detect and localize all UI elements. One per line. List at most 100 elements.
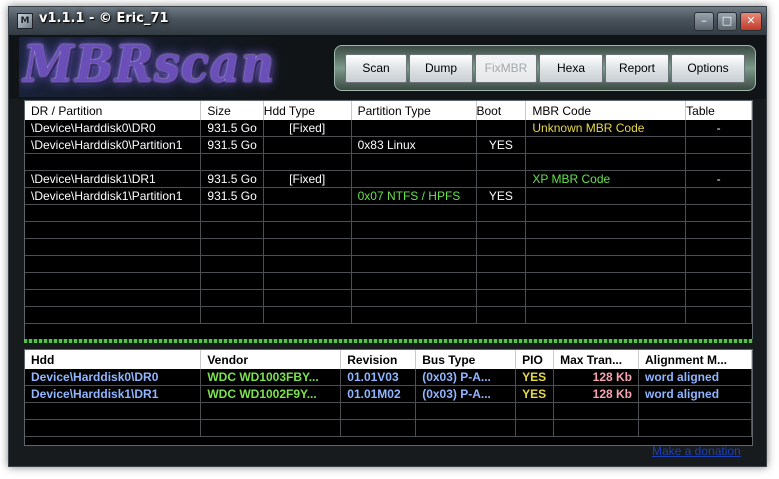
cell-empty xyxy=(476,204,527,222)
scan-button[interactable]: Scan xyxy=(345,54,407,83)
cell-hdd-type xyxy=(263,136,352,154)
cell-empty xyxy=(25,306,202,324)
title-bar[interactable]: M v1.1.1 - © Eric_71 – □ ✕ xyxy=(9,7,766,35)
table-row[interactable]: \Device\Harddisk0\Partition1 931.5 Go 0x… xyxy=(25,136,752,154)
column-header-vendor[interactable]: Vendor xyxy=(200,350,342,369)
cell-empty xyxy=(685,289,752,307)
cell-empty xyxy=(525,204,687,222)
cell-empty xyxy=(200,221,264,239)
cell-empty xyxy=(415,419,517,437)
cell-vendor: WDC WD1003FBY... xyxy=(200,369,342,386)
table-row[interactable] xyxy=(25,289,752,307)
column-header-size[interactable]: Size xyxy=(200,101,264,120)
table-row[interactable] xyxy=(25,221,752,239)
cell-empty xyxy=(200,255,264,273)
cell-dr-partition: \Device\Harddisk1\Partition1 xyxy=(25,187,202,205)
cell-empty xyxy=(685,306,752,324)
options-button[interactable]: Options xyxy=(671,54,745,83)
table-row[interactable] xyxy=(25,204,752,222)
cell-partition-type: 0x07 NTFS / HPFS xyxy=(351,187,477,205)
column-header-table[interactable]: Table xyxy=(685,101,752,120)
fixmbr-button[interactable]: FixMBR xyxy=(475,54,537,83)
cell-empty xyxy=(415,402,517,420)
hexa-button[interactable]: Hexa xyxy=(539,54,603,83)
close-button[interactable]: ✕ xyxy=(740,12,762,31)
partition-header-row: DR / Partition Size Hdd Type Partition T… xyxy=(25,101,752,120)
column-header-max-transfer[interactable]: Max Tran... xyxy=(553,350,640,369)
report-button[interactable]: Report xyxy=(605,54,669,83)
cell-size: 931.5 Go xyxy=(200,170,264,188)
table-row[interactable]: \Device\Harddisk0\DR0 931.5 Go [Fixed] U… xyxy=(25,120,752,137)
cell-bus-type: (0x03) P-A... xyxy=(415,385,517,403)
table-row[interactable] xyxy=(25,153,752,171)
cell-empty xyxy=(340,419,417,437)
table-row[interactable]: Device\Harddisk1\DR1 WDC WD1002F9Y... 01… xyxy=(25,385,752,403)
cell-empty xyxy=(525,289,687,307)
cell-empty xyxy=(200,272,264,290)
cell-table xyxy=(685,187,752,205)
cell-hdd-type: [Fixed] xyxy=(263,170,352,188)
cell-mbr-code: XP MBR Code xyxy=(525,170,687,188)
table-row[interactable] xyxy=(25,306,752,324)
column-header-pio[interactable]: PIO xyxy=(515,350,555,369)
cell-size: 931.5 Go xyxy=(200,120,264,137)
table-row[interactable] xyxy=(25,402,752,420)
splitter-bar[interactable] xyxy=(24,339,753,343)
table-row[interactable] xyxy=(25,419,752,437)
cell-empty xyxy=(685,272,752,290)
cell-boot xyxy=(476,120,527,137)
cell-table xyxy=(685,136,752,154)
cell-dr-partition: \Device\Harddisk1\DR1 xyxy=(25,170,202,188)
cell-empty xyxy=(515,419,555,437)
cell-empty xyxy=(351,272,477,290)
cell-empty xyxy=(515,402,555,420)
column-header-hdd-type[interactable]: Hdd Type xyxy=(263,101,352,120)
cell-dr-partition: \Device\Harddisk0\Partition1 xyxy=(25,136,202,154)
cell-max-transfer: 128 Kb xyxy=(553,385,640,403)
table-row[interactable]: \Device\Harddisk1\Partition1 931.5 Go 0x… xyxy=(25,187,752,205)
donate-link[interactable]: Make a donation xyxy=(652,444,741,458)
cell-empty xyxy=(351,255,477,273)
cell-mbr-code xyxy=(525,187,687,205)
cell-boot: YES xyxy=(476,187,527,205)
column-header-bus-type[interactable]: Bus Type xyxy=(415,350,517,369)
cell-empty xyxy=(525,238,687,256)
cell-boot: YES xyxy=(476,136,527,154)
column-header-hdd[interactable]: Hdd xyxy=(25,350,202,369)
table-row[interactable] xyxy=(25,255,752,273)
cell-empty xyxy=(25,402,202,420)
app-window: M v1.1.1 - © Eric_71 – □ ✕ MBRscan Scan … xyxy=(8,6,767,467)
cell-empty xyxy=(476,255,527,273)
toolbar: Scan Dump FixMBR Hexa Report Options xyxy=(334,45,756,91)
cell-boot xyxy=(476,153,527,171)
cell-empty xyxy=(685,204,752,222)
cell-mbr-code xyxy=(525,136,687,154)
column-header-alignment[interactable]: Alignment M... xyxy=(638,350,752,369)
column-header-dr-partition[interactable]: DR / Partition xyxy=(25,101,202,120)
cell-empty xyxy=(685,221,752,239)
cell-revision: 01.01V03 xyxy=(340,369,417,386)
dump-button[interactable]: Dump xyxy=(409,54,473,83)
table-row[interactable]: \Device\Harddisk1\DR1 931.5 Go [Fixed] X… xyxy=(25,170,752,188)
logo-text: MBRscan xyxy=(23,37,276,94)
cell-mbr-code: Unknown MBR Code xyxy=(525,120,687,137)
cell-partition-type: 0x83 Linux xyxy=(351,136,477,154)
app-icon[interactable]: M xyxy=(17,13,33,29)
cell-empty xyxy=(25,255,202,273)
partition-list[interactable]: DR / Partition Size Hdd Type Partition T… xyxy=(24,100,753,340)
table-row[interactable] xyxy=(25,272,752,290)
column-header-partition-type[interactable]: Partition Type xyxy=(351,101,477,120)
column-header-revision[interactable]: Revision xyxy=(340,350,417,369)
disk-info-list[interactable]: Hdd Vendor Revision Bus Type PIO Max Tra… xyxy=(24,349,753,446)
cell-empty xyxy=(525,255,687,273)
column-header-mbr-code[interactable]: MBR Code xyxy=(525,101,687,120)
cell-revision: 01.01M02 xyxy=(340,385,417,403)
column-header-boot[interactable]: Boot xyxy=(476,101,527,120)
table-row[interactable] xyxy=(25,238,752,256)
cell-table: - xyxy=(685,170,752,188)
maximize-button[interactable]: □ xyxy=(717,12,737,31)
table-row[interactable]: Device\Harddisk0\DR0 WDC WD1003FBY... 01… xyxy=(25,369,752,386)
cell-empty xyxy=(525,221,687,239)
cell-empty xyxy=(351,221,477,239)
minimize-button[interactable]: – xyxy=(694,12,714,31)
